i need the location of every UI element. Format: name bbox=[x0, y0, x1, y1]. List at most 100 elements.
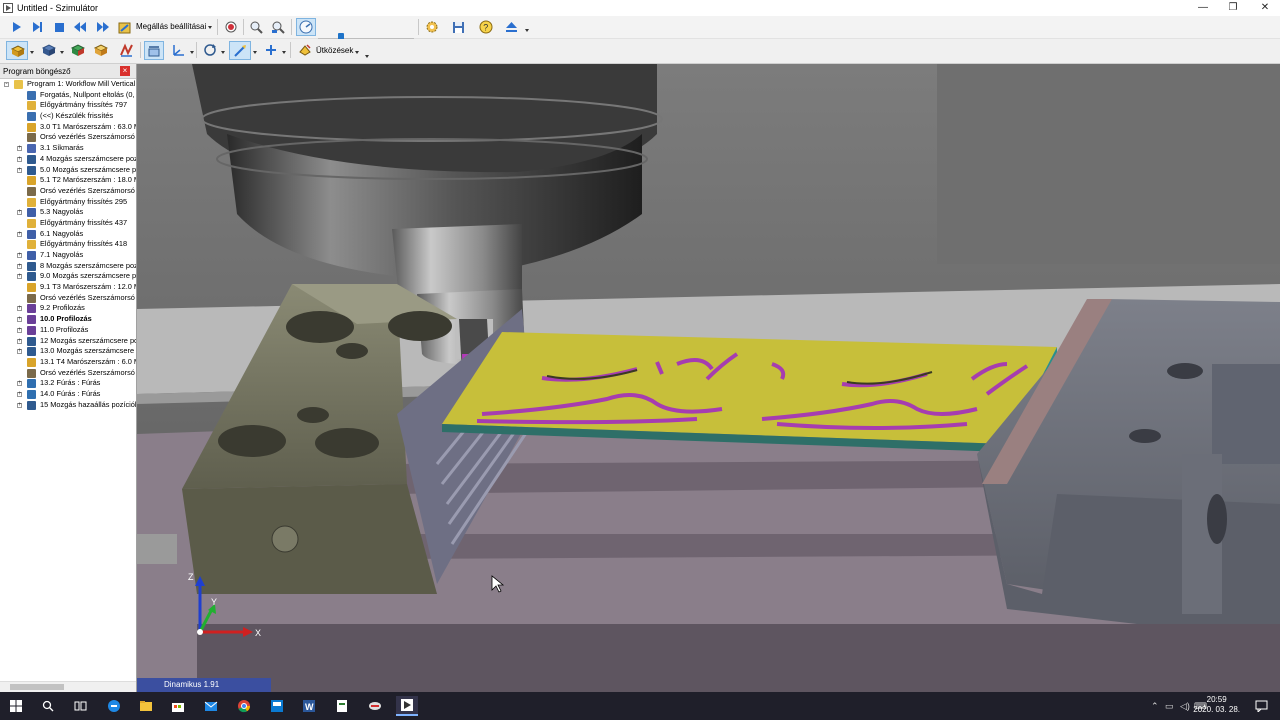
taskbar-app-cad[interactable] bbox=[364, 696, 386, 716]
taskbar-app-blue[interactable] bbox=[266, 696, 288, 716]
notification-button[interactable] bbox=[1250, 696, 1272, 716]
tree-item[interactable]: +14.0 Fúrás : Fúrás bbox=[0, 389, 136, 400]
tree-item[interactable]: - Program 1: Workflow Mill Vertical bbox=[0, 79, 136, 90]
tree-item[interactable]: +11.0 Profilozás bbox=[0, 325, 136, 336]
tray-chevron-icon[interactable]: ⌃ bbox=[1151, 701, 1159, 712]
tree-item[interactable]: Orsó vezérlés Szerszámorsó E bbox=[0, 368, 136, 379]
restore-button[interactable]: ❐ bbox=[1218, 0, 1248, 16]
zoom-button[interactable] bbox=[248, 19, 265, 35]
measure-dropdown-icon[interactable] bbox=[253, 51, 257, 54]
expand-icon[interactable]: + bbox=[17, 338, 22, 344]
tree-item[interactable]: Előgyártmány frissítés 295 bbox=[0, 197, 136, 208]
measure-button[interactable] bbox=[229, 41, 251, 60]
machine-view-dropdown-icon[interactable] bbox=[60, 51, 64, 54]
tree-item[interactable]: +5.3 Nagyolás bbox=[0, 207, 136, 218]
volume-icon[interactable]: ◁) bbox=[1180, 701, 1190, 712]
stop-settings-button[interactable] bbox=[116, 19, 133, 35]
help-button[interactable]: ? bbox=[477, 19, 494, 35]
expand-icon[interactable]: + bbox=[17, 305, 22, 312]
expand-icon[interactable]: + bbox=[17, 231, 22, 237]
collisions-label[interactable]: Ütközések bbox=[316, 46, 353, 55]
rotate-view-dropdown-icon[interactable] bbox=[221, 51, 225, 54]
toolbar-overflow-icon[interactable] bbox=[365, 55, 369, 58]
tree-item[interactable]: 3.0 T1 Marószerszám : 63.0 M bbox=[0, 122, 136, 133]
tree-item[interactable]: Orsó vezérlés Szerszámorsó E bbox=[0, 293, 136, 304]
rotate-view-button[interactable] bbox=[200, 42, 220, 58]
tree-item[interactable]: +13.2 Fúrás : Fúrás bbox=[0, 378, 136, 389]
expand-icon[interactable]: + bbox=[17, 167, 22, 173]
zoom-fit-button[interactable] bbox=[269, 19, 286, 35]
expand-icon[interactable]: + bbox=[17, 402, 22, 408]
expand-icon[interactable]: + bbox=[17, 391, 22, 397]
tree-item[interactable]: +13.0 Mozgás szerszámcsere p bbox=[0, 346, 136, 357]
fixture-view-button[interactable] bbox=[90, 42, 110, 58]
toolbar-overflow-icon[interactable] bbox=[525, 29, 529, 32]
save-button[interactable] bbox=[450, 19, 467, 35]
tree-item[interactable]: +8 Mozgás szerszámcsere poz bbox=[0, 261, 136, 272]
expand-icon[interactable]: + bbox=[17, 348, 22, 355]
machine-view-button[interactable] bbox=[38, 42, 58, 58]
taskbar-edge[interactable] bbox=[103, 696, 125, 716]
taskbar-simulator[interactable] bbox=[396, 696, 418, 716]
tool-view-button[interactable] bbox=[67, 42, 87, 58]
material-view-dropdown-icon[interactable] bbox=[30, 51, 34, 54]
expand-icon[interactable]: + bbox=[17, 252, 22, 258]
axes-view-dropdown-icon[interactable] bbox=[190, 51, 194, 54]
tree-item[interactable]: Előgyártmány frissítés 797 bbox=[0, 100, 136, 111]
expand-icon[interactable]: + bbox=[17, 156, 22, 162]
network-icon[interactable]: ▭ bbox=[1165, 701, 1174, 712]
scrollbar-thumb[interactable] bbox=[10, 684, 64, 690]
tree-item[interactable]: +3.1 Síkmarás bbox=[0, 143, 136, 154]
search-button[interactable] bbox=[37, 696, 59, 716]
probe-button[interactable] bbox=[261, 42, 281, 58]
simulation-viewport[interactable]: Z Y X bbox=[137, 64, 1280, 692]
expand-icon[interactable]: + bbox=[17, 145, 22, 152]
tree-item[interactable]: +4 Mozgás szerszámcsere poz bbox=[0, 154, 136, 165]
tree-item[interactable]: +6.1 Nagyolás bbox=[0, 229, 136, 240]
stop-button[interactable] bbox=[51, 19, 68, 35]
tree-item[interactable]: (<<) Készülék frissítés bbox=[0, 111, 136, 122]
play-button[interactable] bbox=[8, 19, 25, 35]
speed-mode-button[interactable] bbox=[296, 18, 316, 36]
material-view-button[interactable] bbox=[6, 41, 28, 60]
tree-item[interactable]: Orsó vezérlés Szerszámorsó E bbox=[0, 132, 136, 143]
settings-button[interactable] bbox=[423, 19, 440, 35]
taskbar-mail[interactable] bbox=[200, 696, 222, 716]
toolpath-view-button[interactable] bbox=[116, 42, 136, 58]
step-button[interactable] bbox=[29, 19, 46, 35]
tree-item[interactable]: +5.0 Mozgás szerszámcsere po bbox=[0, 165, 136, 176]
tree-item[interactable]: +7.1 Nagyolás bbox=[0, 250, 136, 261]
tree-item[interactable]: Előgyártmány frissítés 437 bbox=[0, 218, 136, 229]
taskbar-word[interactable]: W bbox=[298, 696, 320, 716]
expand-icon[interactable]: + bbox=[17, 263, 22, 269]
taskbar-store[interactable] bbox=[167, 696, 189, 716]
collisions-dropdown-icon[interactable] bbox=[355, 51, 359, 54]
section-view-button[interactable] bbox=[144, 41, 164, 60]
tree-item[interactable]: +15 Mozgás hazaállás pozíciól bbox=[0, 400, 136, 411]
taskbar-file-explorer[interactable] bbox=[135, 696, 157, 716]
taskbar-chrome[interactable] bbox=[233, 696, 255, 716]
tree-item[interactable]: Orsó vezérlés Szerszámorsó E bbox=[0, 186, 136, 197]
tree-item[interactable]: +9.2 Profilozás bbox=[0, 303, 136, 314]
task-view-button[interactable] bbox=[69, 696, 91, 716]
start-button[interactable] bbox=[5, 696, 27, 716]
rewind-button[interactable] bbox=[72, 19, 89, 35]
stop-settings-dropdown-icon[interactable] bbox=[208, 26, 212, 29]
probe-dropdown-icon[interactable] bbox=[282, 51, 286, 54]
close-button[interactable]: ✕ bbox=[1250, 0, 1280, 16]
collapse-icon[interactable]: - bbox=[4, 81, 9, 87]
eject-button[interactable] bbox=[503, 19, 520, 35]
record-button[interactable] bbox=[222, 19, 239, 35]
tree-item[interactable]: Forgatás, Nullpont eltolás (0, ( bbox=[0, 90, 136, 101]
expand-icon[interactable]: + bbox=[17, 380, 22, 387]
collisions-button[interactable] bbox=[296, 42, 314, 58]
tree-item[interactable]: +9.0 Mozgás szerszámcsere po bbox=[0, 271, 136, 282]
expand-icon[interactable]: + bbox=[17, 327, 22, 333]
tree-item[interactable]: 5.1 T2 Marószerszám : 18.0 M bbox=[0, 175, 136, 186]
tree-item[interactable]: +12 Mozgás szerszámcsere po bbox=[0, 336, 136, 347]
tree-item[interactable]: +10.0 Profilozás bbox=[0, 314, 136, 325]
expand-icon[interactable]: + bbox=[17, 273, 22, 280]
tree-item[interactable]: Előgyártmány frissítés 418 bbox=[0, 239, 136, 250]
taskbar-clock[interactable]: 20:59 2020. 03. 28. bbox=[1193, 695, 1240, 715]
tree-item[interactable]: 9.1 T3 Marószerszám : 12.0 M bbox=[0, 282, 136, 293]
